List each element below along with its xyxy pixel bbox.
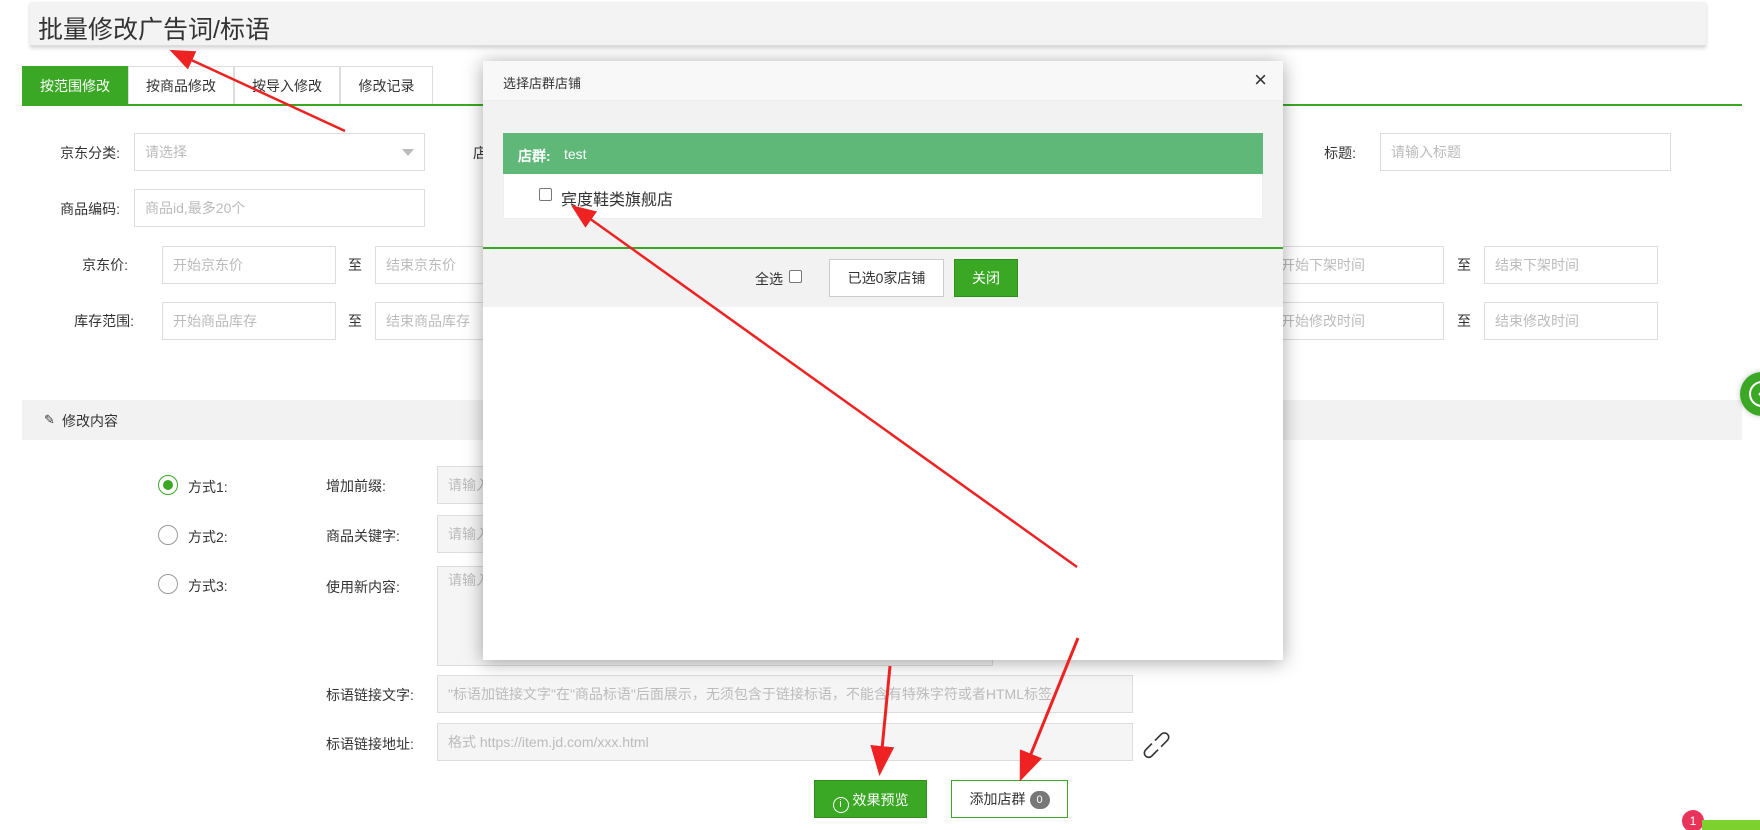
keyword-label: 商品关键字: xyxy=(326,528,400,544)
offshelf-end-input[interactable]: 结束下架时间 xyxy=(1484,246,1658,284)
mode-2-label: 方式2: xyxy=(188,529,228,545)
tab-modify-records[interactable]: 修改记录 xyxy=(340,66,433,105)
tab-product-modify[interactable]: 按商品修改 xyxy=(128,66,234,105)
modify-to-label: 至 xyxy=(1457,313,1471,329)
price-end-input[interactable]: 结束京东价 xyxy=(375,246,485,284)
modal-divider xyxy=(483,247,1283,249)
modal-close-button[interactable]: 关闭 xyxy=(954,259,1018,297)
select-all-checkbox[interactable] xyxy=(789,270,802,283)
notification-bar[interactable] xyxy=(1702,820,1760,830)
mode-2-radio[interactable] xyxy=(158,525,178,545)
side-panel-toggle[interactable]: « xyxy=(1740,372,1760,416)
select-shop-modal: 选择店群店铺 × 店群: test 宾度鞋类旗舰店 全选 已选0家店铺 关闭 xyxy=(483,61,1283,660)
preview-button-label: 效果预览 xyxy=(852,792,909,808)
shop-name[interactable]: 宾度鞋类旗舰店 xyxy=(561,186,673,210)
slogan-link-url-label: 标语链接地址: xyxy=(326,736,414,752)
slogan-link-url-input[interactable]: 格式 https://item.jd.com/xxx.html xyxy=(437,723,1133,761)
prefix-label: 增加前缀: xyxy=(326,478,386,494)
shop-group-header: 店群: test xyxy=(503,133,1263,174)
modal-header: 选择店群店铺 × xyxy=(483,61,1283,101)
add-shop-group-button[interactable]: 添加店群 0 xyxy=(951,780,1068,818)
chevron-left-icon: « xyxy=(1749,381,1760,407)
shop-checkbox[interactable] xyxy=(539,188,552,201)
stock-label: 库存范围: xyxy=(74,313,134,329)
chevron-down-icon xyxy=(402,149,414,156)
offshelf-start-input[interactable]: 开始下架时间 xyxy=(1270,246,1444,284)
add-shop-group-label: 添加店群 xyxy=(969,791,1026,807)
link-icon[interactable]: ⊂⊃ xyxy=(1134,723,1178,767)
title-input[interactable]: 请输入标题 xyxy=(1380,133,1671,171)
mode-1-label: 方式1: xyxy=(188,479,228,495)
stock-to-label: 至 xyxy=(348,313,362,329)
edit-content-title: 修改内容 xyxy=(62,413,118,429)
pencil-icon: ✎ xyxy=(44,412,55,427)
stock-start-input[interactable]: 开始商品库存 xyxy=(162,302,336,340)
modify-end-input[interactable]: 结束修改时间 xyxy=(1484,302,1658,340)
close-icon[interactable]: × xyxy=(1254,67,1267,93)
info-icon: i xyxy=(832,797,849,813)
category-select-placeholder: 请选择 xyxy=(145,144,187,160)
title-label: 标题: xyxy=(1324,145,1356,161)
shop-group-name: test xyxy=(564,146,587,162)
tab-import-modify[interactable]: 按导入修改 xyxy=(234,66,340,105)
selected-shops-button[interactable]: 已选0家店铺 xyxy=(829,259,944,297)
tab-range-modify[interactable]: 按范围修改 xyxy=(22,66,128,105)
page-title: 批量修改广告词/标语 xyxy=(38,16,270,44)
product-code-label: 商品编码: xyxy=(60,201,120,217)
shop-list: 宾度鞋类旗舰店 xyxy=(503,174,1263,219)
price-start-input[interactable]: 开始京东价 xyxy=(162,246,336,284)
shop-group-count-badge: 0 xyxy=(1029,791,1050,809)
new-content-label: 使用新内容: xyxy=(326,579,400,595)
mode-3-radio[interactable] xyxy=(158,574,178,594)
category-label: 京东分类: xyxy=(60,145,120,161)
notification-badge[interactable]: 1 xyxy=(1682,810,1704,830)
price-to-label: 至 xyxy=(348,257,362,273)
shop-group-label: 店群: xyxy=(518,148,551,164)
modify-start-input[interactable]: 开始修改时间 xyxy=(1270,302,1444,340)
mode-1-radio[interactable] xyxy=(158,475,178,495)
slogan-link-text-input[interactable]: "标语加链接文字"在"商品标语"后面展示，无须包含于链接标语，不能含有特殊字符或… xyxy=(437,675,1133,713)
preview-button[interactable]: i 效果预览 xyxy=(814,780,927,818)
product-code-input[interactable]: 商品id,最多20个 xyxy=(134,189,425,227)
select-all-label: 全选 xyxy=(755,271,783,287)
price-label: 京东价: xyxy=(82,257,128,273)
category-select[interactable]: 请选择 xyxy=(134,133,425,171)
mode-3-label: 方式3: xyxy=(188,578,228,594)
modal-title: 选择店群店铺 xyxy=(503,76,582,91)
page-title-bar: 批量修改广告词/标语 xyxy=(30,2,1706,46)
slogan-link-text-label: 标语链接文字: xyxy=(326,687,414,703)
offshelf-to-label: 至 xyxy=(1457,257,1471,273)
stock-end-input[interactable]: 结束商品库存 xyxy=(375,302,485,340)
